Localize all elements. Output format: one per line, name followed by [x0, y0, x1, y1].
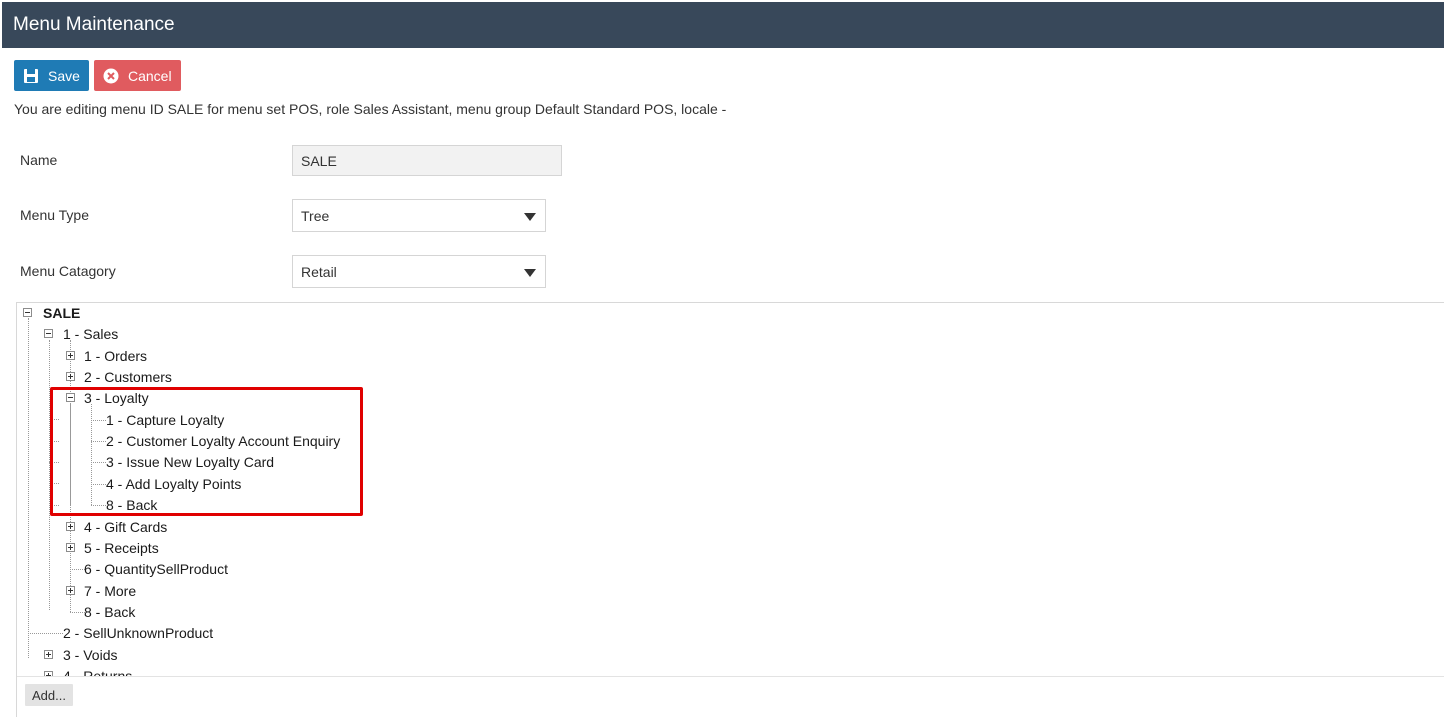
- name-label: Name: [20, 152, 58, 168]
- tree-node-add-loyalty-points[interactable]: 4 - Add Loyalty Points: [106, 476, 241, 492]
- expand-icon[interactable]: [66, 372, 75, 381]
- tree-connector: [91, 462, 106, 463]
- name-value: SALE: [301, 152, 337, 169]
- save-button[interactable]: Save: [14, 60, 89, 91]
- tree-connector: [49, 462, 59, 463]
- menu-category-label: Menu Catagory: [20, 263, 116, 279]
- tree-connector: [70, 612, 85, 613]
- expand-icon[interactable]: [66, 543, 75, 552]
- tree-node-capture-loyalty[interactable]: 1 - Capture Loyalty: [106, 412, 224, 428]
- tree-node-sales-back[interactable]: 8 - Back: [84, 604, 135, 620]
- tree-connector: [49, 483, 59, 484]
- tree-connector: [91, 484, 106, 485]
- tree-connector: [70, 569, 85, 570]
- tree-node-gift-cards[interactable]: 4 - Gift Cards: [84, 519, 167, 535]
- expand-icon[interactable]: [66, 586, 75, 595]
- cancel-button[interactable]: Cancel: [94, 60, 181, 91]
- tree-node-more[interactable]: 7 - More: [84, 583, 136, 599]
- chevron-down-icon: [524, 213, 536, 221]
- cancel-label: Cancel: [128, 67, 172, 84]
- menu-category-value: Retail: [301, 263, 337, 280]
- save-icon: [23, 68, 39, 84]
- tree-node-quantity-sell-product[interactable]: 6 - QuantitySellProduct: [84, 561, 228, 577]
- tree-node-receipts[interactable]: 5 - Receipts: [84, 540, 159, 556]
- chevron-down-icon: [524, 269, 536, 277]
- menu-tree: [16, 302, 1444, 717]
- tree-node-loyalty-back[interactable]: 8 - Back: [106, 497, 157, 513]
- tree-connector: [49, 340, 50, 610]
- menu-type-select[interactable]: Tree: [292, 199, 546, 232]
- name-field[interactable]: SALE: [292, 145, 562, 176]
- tree-connector: [49, 419, 59, 420]
- tree-node-orders[interactable]: 1 - Orders: [84, 348, 147, 364]
- collapse-icon[interactable]: [66, 393, 75, 402]
- collapse-icon[interactable]: [23, 308, 32, 317]
- page-title: Menu Maintenance: [13, 14, 175, 35]
- tree-node-customers[interactable]: 2 - Customers: [84, 369, 172, 385]
- editing-info-text: You are editing menu ID SALE for menu se…: [14, 101, 727, 117]
- tree-connector: [91, 505, 106, 506]
- expand-icon[interactable]: [66, 351, 75, 360]
- tree-footer: Add...: [17, 676, 1444, 717]
- expand-icon[interactable]: [66, 522, 75, 531]
- add-button[interactable]: Add...: [25, 684, 73, 706]
- menu-type-value: Tree: [301, 207, 330, 224]
- cancel-icon: [103, 68, 119, 84]
- tree-connector: [91, 420, 106, 421]
- tree-node-loyalty-enquiry[interactable]: 2 - Customer Loyalty Account Enquiry: [106, 433, 340, 449]
- expand-icon[interactable]: [44, 650, 53, 659]
- tree-connector: [91, 404, 92, 505]
- tree-connector: [91, 441, 106, 442]
- tree-node-issue-loyalty-card[interactable]: 3 - Issue New Loyalty Card: [106, 454, 274, 470]
- tree-connector: [49, 441, 59, 442]
- tree-connector: [28, 633, 63, 634]
- tree-node-sale[interactable]: SALE: [43, 305, 80, 321]
- page-header: Menu Maintenance: [2, 2, 1444, 48]
- tree-connector: [28, 318, 29, 658]
- collapse-icon[interactable]: [44, 329, 53, 338]
- tree-node-sell-unknown-product[interactable]: 2 - SellUnknownProduct: [63, 625, 213, 641]
- tree-node-voids[interactable]: 3 - Voids: [63, 647, 117, 663]
- menu-type-label: Menu Type: [20, 207, 90, 223]
- tree-node-sales[interactable]: 1 - Sales: [63, 326, 118, 342]
- save-label: Save: [48, 67, 80, 84]
- tree-connector: [49, 505, 59, 506]
- menu-category-select[interactable]: Retail: [292, 255, 546, 288]
- tree-node-loyalty[interactable]: 3 - Loyalty: [84, 390, 149, 406]
